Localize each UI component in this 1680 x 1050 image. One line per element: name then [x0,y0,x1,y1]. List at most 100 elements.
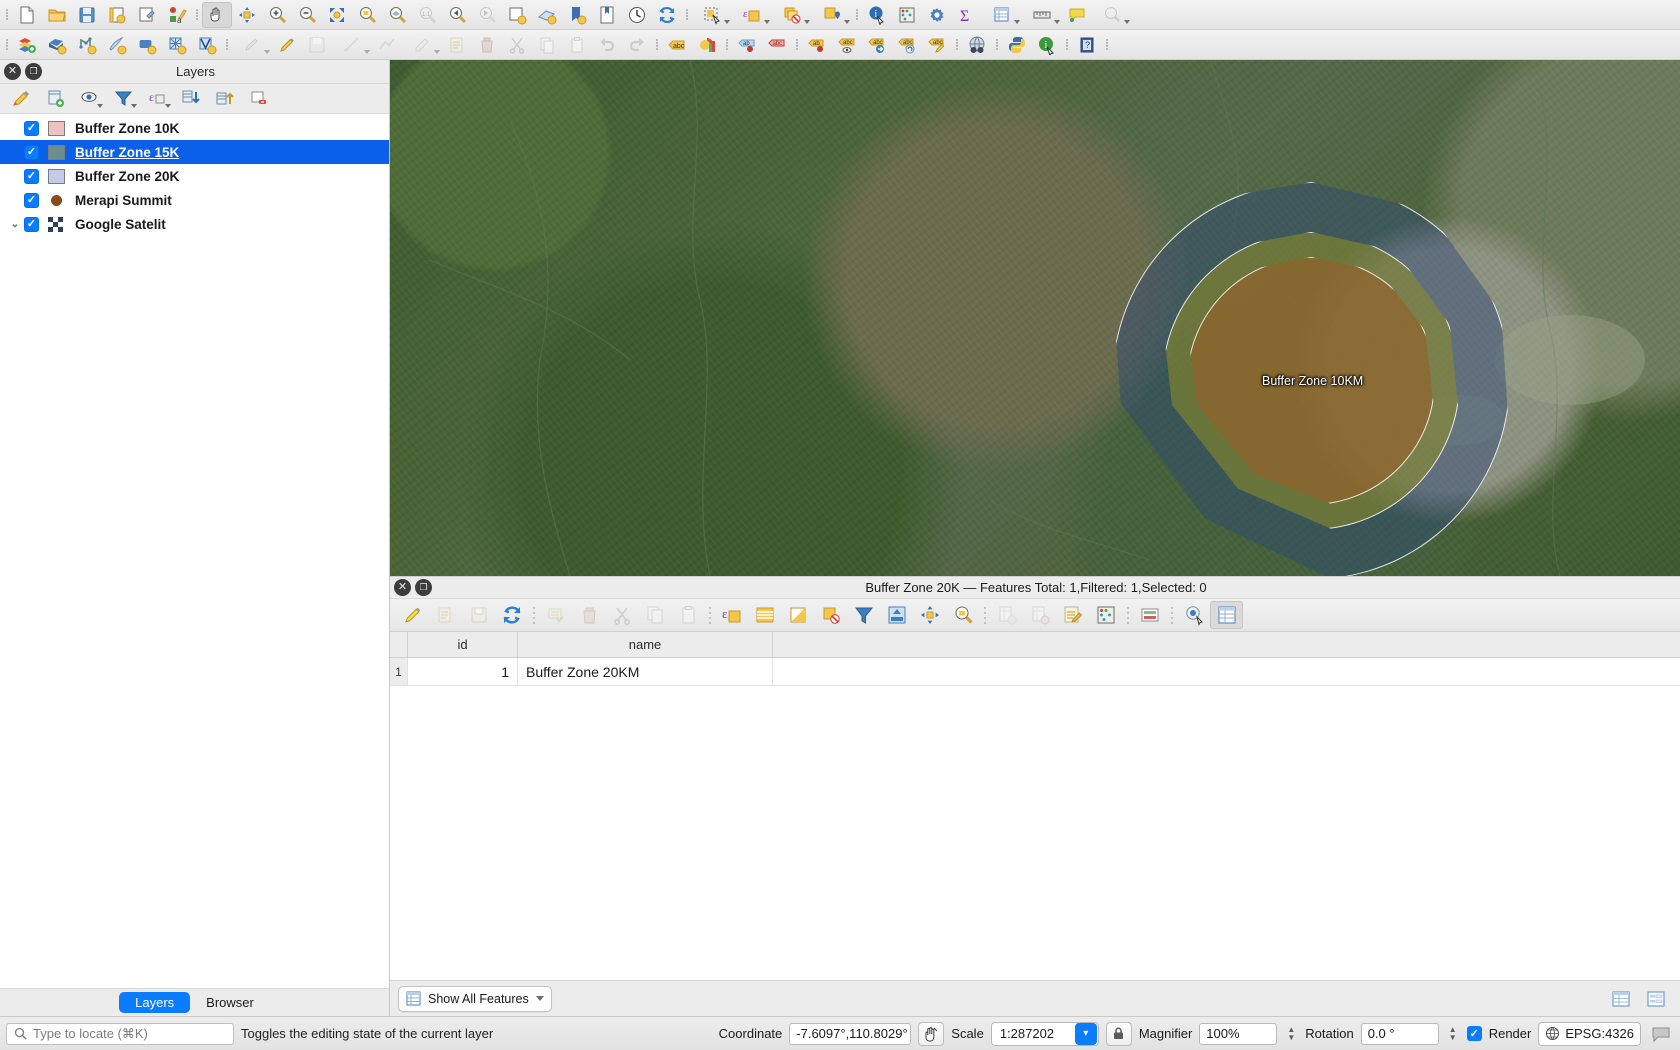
current-edits-button[interactable] [232,32,272,58]
attr-column-name[interactable]: name [518,632,773,657]
toggle-form-view-button[interactable] [1210,601,1243,629]
save-project-button[interactable] [72,2,102,28]
undock-icon[interactable]: ❐ [25,63,42,80]
pan-to-selected-button[interactable] [913,601,946,629]
undock-icon[interactable]: ❐ [415,579,432,596]
layer-diagram-options-button[interactable] [692,32,722,58]
annotations-button[interactable]: a [162,2,192,28]
multi-edit-button[interactable] [429,601,462,629]
toolbar-handle[interactable] [952,34,962,56]
layer-labeling-options-button[interactable]: abc [662,32,692,58]
actions-button[interactable] [1177,601,1210,629]
close-icon[interactable]: ✕ [4,63,21,80]
coordinate-field[interactable]: -7.6097°,110.8029° [789,1022,912,1045]
open-field-calculator-button[interactable] [1056,601,1089,629]
new-bookmark-button[interactable] [562,2,592,28]
cut-selected-button[interactable] [605,601,638,629]
layer-item-google-satelit[interactable]: ⌄ Google Satelit [0,212,389,236]
delete-selected-features-button[interactable] [572,601,605,629]
coordinate-capture-icon[interactable] [918,1021,945,1046]
copy-selected-button[interactable] [638,601,671,629]
toolbar-handle[interactable] [682,4,692,26]
select-by-expression-button[interactable]: ε [732,2,772,28]
new-print-layout-button[interactable] [102,2,132,28]
zoom-to-selected-button[interactable] [946,601,979,629]
add-postgis-layer-button[interactable] [132,32,162,58]
new-3d-map-view-button[interactable] [532,2,562,28]
layer-item-buffer-zone-15k[interactable]: ⌄Buffer Zone 15K [0,140,389,164]
scale-combo[interactable]: 1:287202 ▾ [990,1021,1099,1046]
paste-features-button[interactable] [671,601,704,629]
statistical-summary-button[interactable]: Σ [952,2,982,28]
form-view-button[interactable] [1639,985,1672,1013]
conditional-formatting-button[interactable] [1089,601,1122,629]
delete-field-button[interactable] [1023,601,1056,629]
layer-item-merapi-summit[interactable]: ⌄Merapi Summit [0,188,389,212]
add-delimited-text-layer-button[interactable] [102,32,132,58]
select-features-button[interactable] [692,2,732,28]
about-button[interactable]: i [1032,32,1062,58]
zoom-out-button[interactable] [292,2,322,28]
organize-columns-button[interactable] [1133,601,1166,629]
toolbar-handle[interactable] [792,34,802,56]
toolbar-handle[interactable] [852,4,862,26]
run-feature-action-button[interactable] [1092,2,1132,28]
delete-selected-button[interactable] [472,32,502,58]
toolbar-handle[interactable] [1102,34,1112,56]
add-mesh-layer-button[interactable] [162,32,192,58]
chevron-down-icon[interactable]: ⌄ [6,219,24,230]
panel-tab-browser[interactable]: Browser [190,992,270,1013]
collapse-all-button[interactable] [208,86,242,112]
deselect-features-button[interactable] [772,2,812,28]
render-checkbox[interactable]: ✓ [1466,1026,1482,1041]
rotate-label-button[interactable]: abc [892,32,922,58]
layer-visibility-checkbox[interactable] [24,192,39,208]
change-label-button[interactable]: abc [922,32,952,58]
layer-visibility-checkbox[interactable] [24,144,39,160]
move-label-button[interactable]: abc [862,32,892,58]
add-virtual-layer-button[interactable] [192,32,222,58]
cell-id[interactable]: 1 [408,658,518,685]
filter-legend-button[interactable] [106,86,140,112]
rotation-field[interactable]: 0.0 ° [1360,1022,1439,1045]
toggle-editing-button[interactable] [272,32,302,58]
add-vector-layer-button[interactable] [42,32,72,58]
message-log-icon[interactable] [1648,1022,1674,1046]
toolbar-handle[interactable] [652,34,662,56]
highlight-pinned-labels-button[interactable]: ab [732,32,762,58]
filter-legend-expression-button[interactable]: ε [140,86,174,112]
measure-line-button[interactable] [1022,2,1062,28]
zoom-layer-button[interactable] [382,2,412,28]
cell-name[interactable]: Buffer Zone 20KM [518,658,773,685]
invert-selection-button[interactable] [781,601,814,629]
magnifier-stepper[interactable]: ▲ ▼ [1284,1023,1298,1045]
style-manager-button[interactable] [132,2,162,28]
layer-tree[interactable]: ⌄Buffer Zone 10K⌄Buffer Zone 15K⌄Buffer … [0,114,389,988]
toolbar-handle[interactable] [222,34,232,56]
layer-visibility-checkbox[interactable] [24,120,39,136]
toggle-display-unplaced-labels-button[interactable]: abc [762,32,792,58]
open-data-source-manager-button[interactable] [12,32,42,58]
remove-layer-button[interactable] [242,86,276,112]
pan-map-button[interactable] [202,1,232,28]
select-value-button[interactable] [812,2,852,28]
processing-toolbox-button[interactable] [922,2,952,28]
zoom-full-button[interactable] [322,2,352,28]
locate-bar[interactable]: Type to locate (⌘K) [6,1022,234,1045]
refresh-button[interactable] [652,2,682,28]
feature-filter-combo[interactable]: Show All Features [398,985,552,1012]
deselect-all-button[interactable] [814,601,847,629]
attribute-grid[interactable]: id name 1 1 Buffer Zone 20KM [390,632,1680,980]
add-group-button[interactable] [38,86,72,112]
table-view-button[interactable] [1604,985,1637,1013]
toolbar-handle[interactable] [992,34,1002,56]
vertex-tool-button[interactable] [372,32,402,58]
magnifier-field[interactable]: 100% [1199,1022,1278,1045]
new-project-button[interactable] [12,2,42,28]
attribute-rows[interactable]: 1 1 Buffer Zone 20KM [390,658,1680,686]
temporal-controller-button[interactable] [622,2,652,28]
add-feature-button[interactable] [539,601,572,629]
identify-features-button[interactable]: i [862,2,892,28]
attr-column-id[interactable]: id [408,632,518,657]
new-map-view-button[interactable] [502,2,532,28]
